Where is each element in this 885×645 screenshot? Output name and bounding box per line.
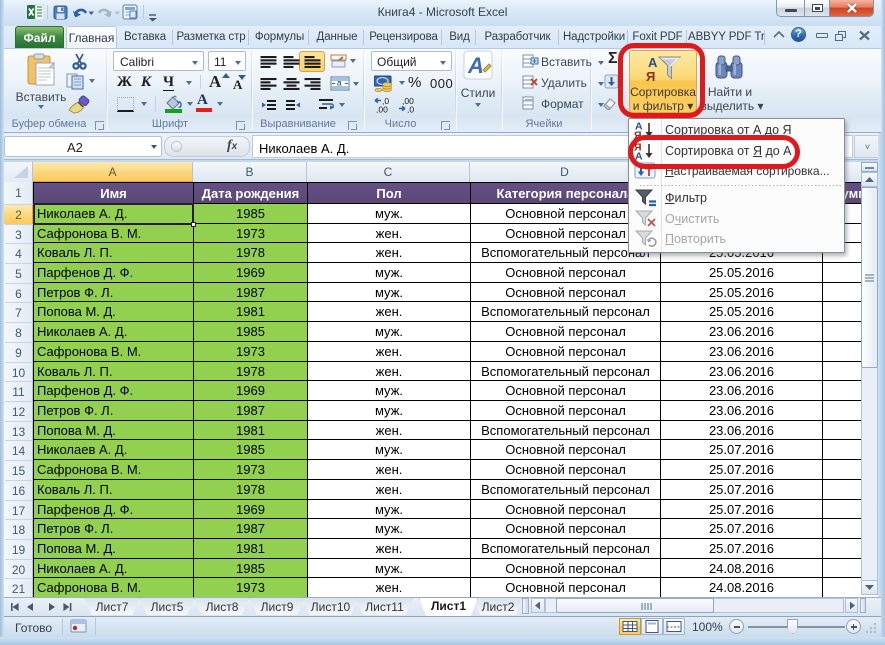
svg-text:a: a [337, 79, 342, 88]
svg-text:,0: ,0 [407, 105, 414, 114]
svg-text:,00: ,00 [376, 105, 388, 114]
svg-text:A: A [467, 53, 484, 78]
